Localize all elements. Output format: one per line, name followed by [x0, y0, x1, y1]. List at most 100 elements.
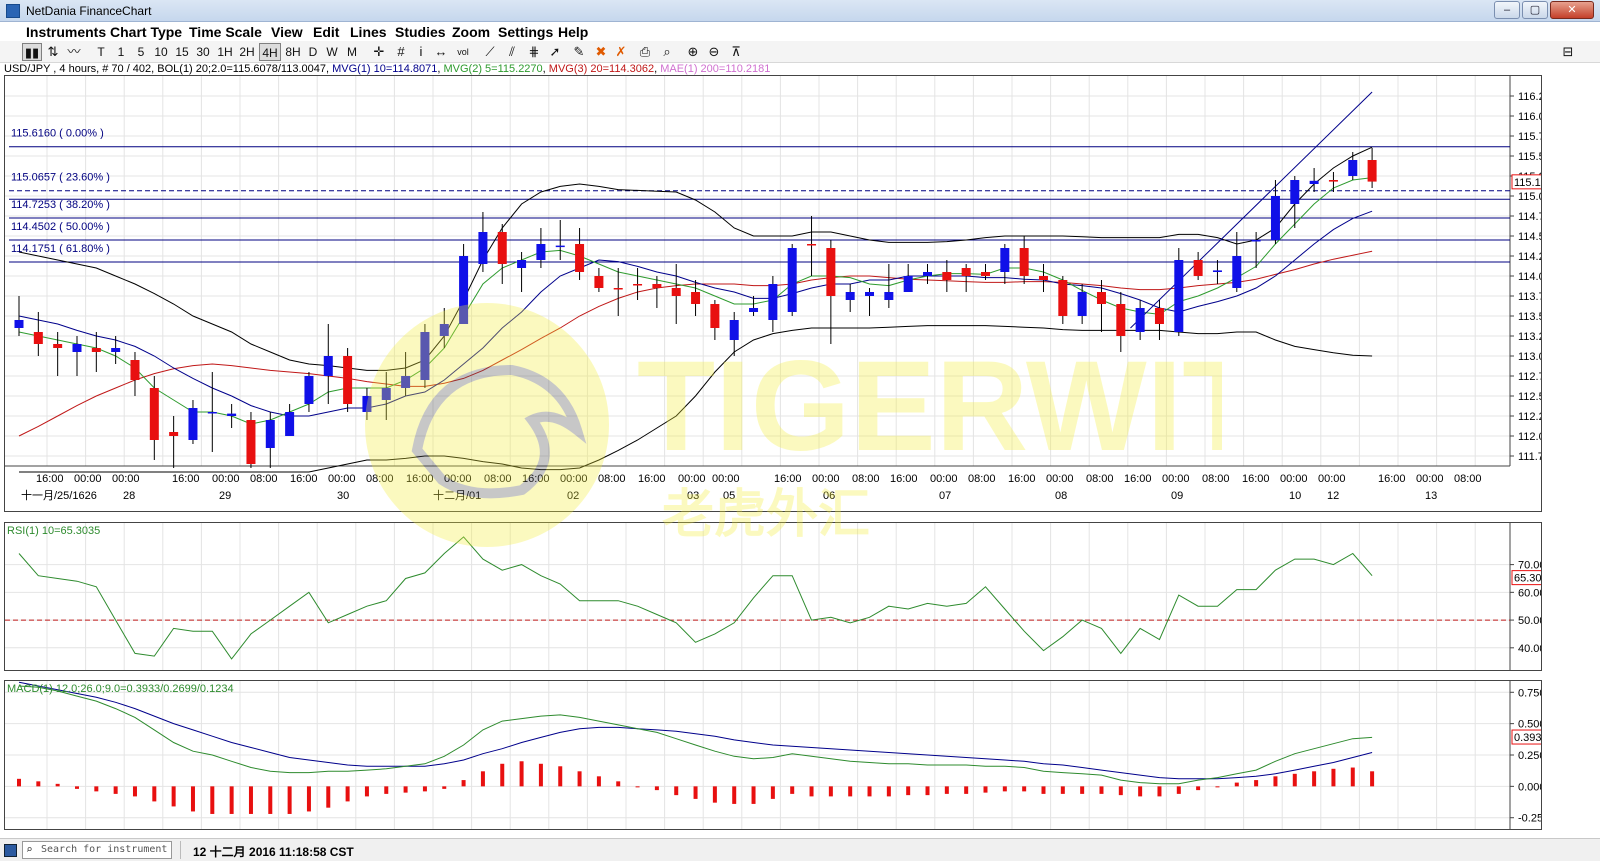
bar-chart-icon[interactable]: ⇅	[44, 43, 62, 61]
time-axis-label: 08:00	[1454, 473, 1482, 485]
menu-help[interactable]: Help	[558, 24, 588, 40]
delete-icon[interactable]: ✖	[592, 43, 610, 61]
macd-histogram-bar	[886, 786, 891, 797]
arrow-tool-icon[interactable]: ➚	[546, 43, 564, 61]
price-chart[interactable]: 111.7500 112.0000 112.2500 112.5000 112.7500…	[5, 76, 1563, 511]
price-tick-label: 115.0000	[1518, 191, 1541, 203]
price-tick-label: 112.5000	[1518, 391, 1541, 403]
candle-body	[1000, 248, 1010, 272]
menu-view[interactable]: View	[271, 24, 303, 40]
maximize-button[interactable]: ▢	[1522, 1, 1548, 19]
timescale-2h[interactable]: 2H	[237, 43, 257, 61]
line-chart-icon[interactable]: 〰	[64, 43, 84, 61]
candle-body	[961, 268, 971, 276]
macd-histogram-bar	[867, 786, 872, 797]
menu-zoom[interactable]: Zoom	[452, 24, 490, 40]
zoom-in-icon[interactable]: ⊕	[684, 43, 702, 61]
macd-histogram-bar	[1292, 773, 1297, 787]
menu-lines[interactable]: Lines	[350, 24, 387, 40]
status-square-icon[interactable]	[4, 844, 17, 857]
time-axis-label: 16:00	[1242, 473, 1270, 485]
candle-body	[1193, 260, 1203, 276]
time-axis-label: 16:00	[522, 473, 550, 485]
menu-instruments[interactable]: Instruments	[26, 24, 106, 40]
menu-edit[interactable]: Edit	[313, 24, 339, 40]
time-axis-label: 16:00	[172, 473, 200, 485]
timescale-1m[interactable]: 1	[114, 43, 128, 61]
bollinger-upper-line	[18, 146, 1373, 371]
candle-body	[691, 292, 701, 304]
macd-tick-label: 0.5000	[1518, 719, 1541, 731]
timescale-10m[interactable]: 10	[152, 43, 170, 61]
candlestick-chart-icon[interactable]: ▮▮	[22, 43, 42, 61]
candle-body	[536, 244, 546, 260]
timescale-month[interactable]: M	[345, 43, 359, 61]
timescale-4h[interactable]: 4H	[259, 43, 281, 61]
macd-histogram-bar	[1118, 786, 1123, 796]
delete-all-icon[interactable]: ✗	[612, 43, 630, 61]
macd-panel[interactable]: -0.2500 0.0000 0.2500 0.5000 0.7500 MACD(1) 1…	[4, 680, 1561, 830]
timescale-5m[interactable]: 5	[134, 43, 148, 61]
info-icon[interactable]: i	[414, 43, 428, 61]
panel-toggle-icon[interactable]: ⊟	[1559, 43, 1577, 61]
channel-icon[interactable]: ⫽	[503, 43, 521, 61]
price-tick-label: 116.0000	[1518, 111, 1541, 123]
status-bar: ⌕ Search for instrument 12 十二月 2016 11:1…	[0, 838, 1600, 861]
macd-histogram-bar	[983, 786, 988, 793]
candle-body	[188, 408, 198, 440]
rsi-chart[interactable]: 40.0000 50.0000 60.0000 70.0000 RSI(1) 10=65…	[5, 523, 1561, 670]
fibonacci-icon[interactable]: ⋕	[525, 43, 543, 61]
menu-studies[interactable]: Studies	[395, 24, 446, 40]
price-panel[interactable]: 111.7500 112.0000 112.2500 112.5000 112.7500…	[4, 75, 1563, 512]
time-axis-label: 00:00	[444, 473, 472, 485]
trend-line-icon[interactable]: ⟋	[481, 43, 499, 61]
macd-histogram-bar	[538, 763, 543, 787]
pencil-icon[interactable]: ✎	[570, 43, 588, 61]
macd-chart[interactable]: -0.2500 0.0000 0.2500 0.5000 0.7500 MACD(1) 1…	[5, 681, 1561, 829]
timescale-8h[interactable]: 8H	[283, 43, 303, 61]
macd-histogram-bar	[674, 786, 679, 796]
scroll-icon[interactable]: ↔	[432, 43, 450, 61]
macd-histogram-bar	[616, 781, 621, 787]
candle-body	[575, 244, 585, 272]
macd-histogram-bar	[94, 786, 99, 792]
rsi-panel[interactable]: 40.0000 50.0000 60.0000 70.0000 RSI(1) 10=65…	[4, 522, 1561, 671]
grid-icon[interactable]: #	[392, 43, 410, 61]
time-axis-label: 16:00	[36, 473, 64, 485]
print-icon[interactable]: ⎙	[636, 43, 654, 61]
macd-histogram-bar	[906, 786, 911, 796]
date-axis-label: 29	[219, 490, 231, 502]
timescale-15m[interactable]: 15	[173, 43, 191, 61]
candle-body	[807, 244, 817, 246]
macd-last-label: 0.3933	[1514, 732, 1541, 744]
candle-body	[1174, 260, 1184, 332]
time-axis-label: 16:00	[1124, 473, 1152, 485]
timescale-1h[interactable]: 1H	[215, 43, 235, 61]
candle-body	[1077, 292, 1087, 316]
close-button[interactable]: ✕	[1550, 1, 1594, 19]
instrument-search-input[interactable]: ⌕ Search for instrument	[22, 841, 172, 859]
timescale-week[interactable]: W	[325, 43, 339, 61]
print-preview-icon[interactable]: ⌕	[658, 43, 676, 61]
timescale-day[interactable]: D	[306, 43, 320, 61]
zoom-reset-icon[interactable]: ⊼	[727, 43, 745, 61]
candle-body	[72, 344, 82, 352]
timescale-tick[interactable]: T	[94, 43, 108, 61]
time-axis-label: 08:00	[598, 473, 626, 485]
candle-body	[749, 308, 759, 312]
volume-icon[interactable]: vol	[454, 43, 472, 61]
candle-body	[285, 412, 295, 436]
rsi-line	[18, 536, 1373, 660]
price-tick-label: 114.0000	[1518, 271, 1541, 283]
candle-body	[343, 356, 353, 404]
fib-label: 115.0657 ( 23.60% )	[11, 172, 110, 184]
timescale-30m[interactable]: 30	[194, 43, 212, 61]
macd-line	[18, 685, 1373, 785]
zoom-out-icon[interactable]: ⊖	[705, 43, 723, 61]
menu-settings[interactable]: Settings	[498, 24, 553, 40]
minimize-button[interactable]: –	[1494, 1, 1520, 19]
instrument-info: USD/JPY , 4 hours, # 70 / 402, BOL(1) 20…	[4, 63, 333, 75]
crosshair-icon[interactable]: ✛	[370, 43, 388, 61]
menu-time-scale[interactable]: Time Scale	[189, 24, 262, 40]
menu-chart-type[interactable]: Chart Type	[110, 24, 182, 40]
